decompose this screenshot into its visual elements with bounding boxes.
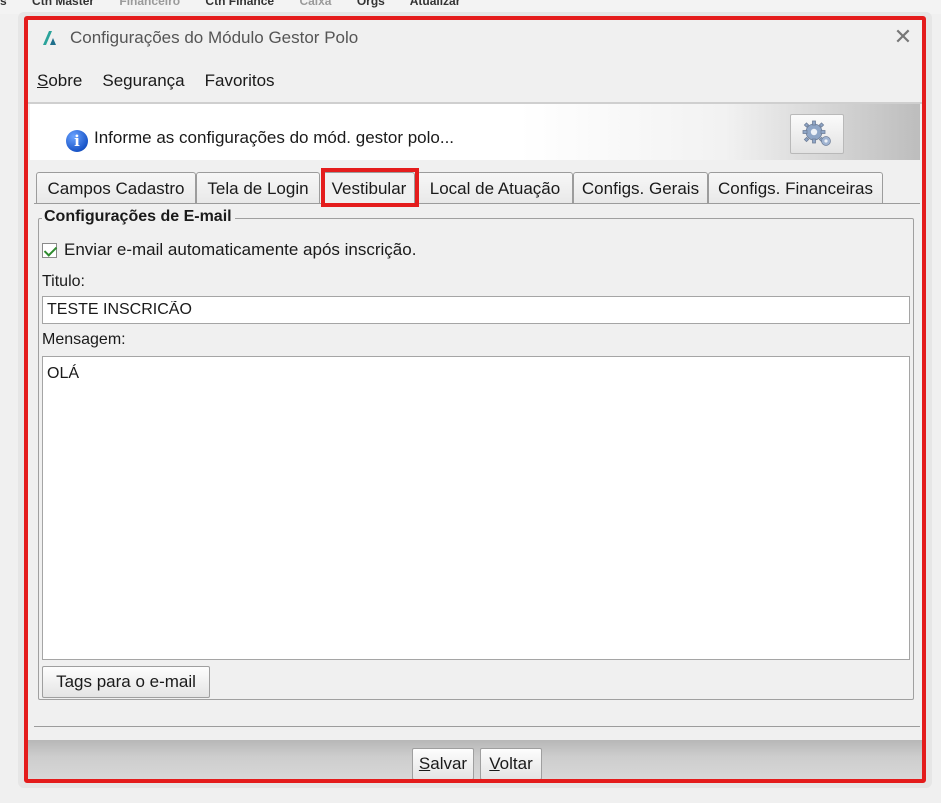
menu-sobre[interactable]: Sobre [37,71,82,91]
tab-configs-gerais[interactable]: Configs. Gerais [573,172,708,204]
close-button[interactable]: ✕ [888,24,918,52]
menu-seguranca[interactable]: Segurança [102,71,184,91]
titulo-input[interactable] [42,296,910,324]
gears-icon [802,120,831,146]
footer-bar: Salvar Voltar [26,740,924,782]
email-group-title: Configurações de E-mail [42,208,235,226]
settings-button[interactable] [790,114,844,154]
background-menu-item: Cth Master [32,0,95,8]
tab-configs-financeiras[interactable]: Configs. Financeiras [708,172,883,204]
auto-send-checkbox-row[interactable]: Enviar e-mail automaticamente após inscr… [42,240,416,260]
background-menu-item: Financeiro [119,0,181,8]
tags-email-button[interactable]: Tags para o e-mail [42,666,210,698]
mensagem-textarea[interactable]: OLÁ [42,356,910,660]
tab-local-de-atuacao[interactable]: Local de Atuação [417,172,573,204]
window-title: Configurações do Módulo Gestor Polo [70,28,359,47]
tab-campos-cadastro[interactable]: Campos Cadastro [36,172,196,204]
info-icon: i [66,130,88,152]
tab-panel-border [34,203,920,204]
tab-panel-bottom-border [34,726,920,727]
tab-vestibular[interactable]: Vestibular [323,172,415,204]
back-rest: oltar [499,754,533,773]
menu-sobre-rest: obre [48,71,83,90]
save-button[interactable]: Salvar [412,748,474,780]
auto-send-checkbox[interactable] [42,242,57,258]
menu-bar: Sobre Segurança Favoritos [26,60,924,102]
back-mnemonic: V [489,754,500,773]
tab-tela-de-login[interactable]: Tela de Login [196,172,320,204]
title-bar[interactable]: Configurações do Módulo Gestor Polo ✕ [26,18,924,58]
mensagem-label: Mensagem: [42,331,126,348]
background-menu-item: Atualizar [409,0,461,8]
background-menu-item: Cth Finance [205,0,275,8]
back-button[interactable]: Voltar [480,748,542,780]
menu-sobre-mnemonic: S [37,71,49,90]
titulo-label: Titulo: [42,273,85,290]
menu-favoritos[interactable]: Favoritos [205,71,275,91]
background-menu-item: Orgs [356,0,385,8]
save-rest: alvar [430,754,468,773]
config-dialog: Configurações do Módulo Gestor Polo ✕ So… [26,18,924,782]
auto-send-label: Enviar e-mail automaticamente após inscr… [64,240,417,259]
info-text: Informe as configurações do mód. gestor … [94,128,455,147]
background-menu-item: Caixa [299,0,332,8]
app-logo-icon [43,31,56,45]
close-icon: ✕ [893,24,913,49]
background-menu-item: s [0,0,7,8]
info-banner: i Informe as configurações do mód. gesto… [30,104,920,160]
save-mnemonic: S [418,754,431,773]
